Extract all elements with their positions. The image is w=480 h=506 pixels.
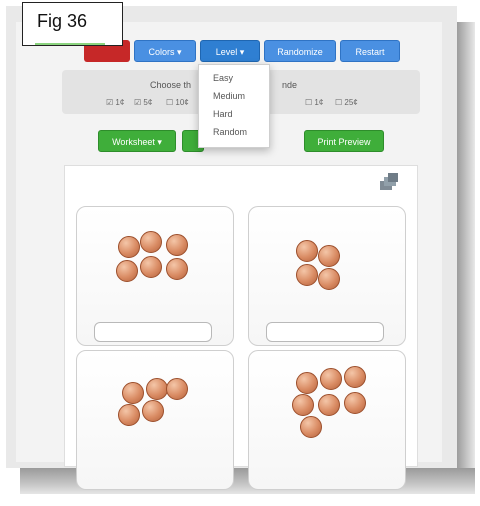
option-right-1c[interactable]: ☐ 1¢ — [305, 98, 323, 107]
randomize-button[interactable]: Randomize — [264, 40, 336, 62]
coin — [122, 382, 144, 404]
coin — [296, 372, 318, 394]
coin — [320, 368, 342, 390]
figure-label: Fig 36 — [22, 2, 123, 46]
coin — [296, 264, 318, 286]
coin — [344, 392, 366, 414]
level-button-label: Level ▾ — [215, 47, 245, 57]
worksheet-button-label: Worksheet ▾ — [112, 137, 162, 147]
answer-input-1[interactable] — [94, 322, 212, 342]
choose-suffix: nde — [282, 80, 298, 90]
choose-prefix: Choose th — [150, 80, 192, 90]
coin — [318, 268, 340, 290]
coin — [166, 234, 188, 256]
level-easy[interactable]: Easy — [213, 73, 233, 83]
coin — [118, 404, 140, 426]
figure-label-text: Fig 36 — [37, 11, 88, 31]
coin — [116, 260, 138, 282]
stack-icon[interactable] — [378, 172, 400, 192]
coin — [140, 256, 162, 278]
level-random[interactable]: Random — [213, 127, 247, 137]
level-hard[interactable]: Hard — [213, 109, 233, 119]
coin — [118, 236, 140, 258]
coin — [296, 240, 318, 262]
option-10c[interactable]: ☐ 10¢ — [166, 98, 189, 107]
level-dropdown-menu: Easy Medium Hard Random — [198, 64, 270, 148]
randomize-button-label: Randomize — [277, 47, 323, 57]
level-medium[interactable]: Medium — [213, 91, 245, 101]
option-5c[interactable]: ☑ 5¢ — [134, 98, 152, 107]
restart-button-label: Restart — [355, 47, 385, 57]
colors-button[interactable]: Colors ▾ — [134, 40, 196, 62]
coin — [344, 366, 366, 388]
coin — [140, 231, 162, 253]
coin — [166, 378, 188, 400]
coin — [300, 416, 322, 438]
worksheet-button[interactable]: Worksheet ▾ — [98, 130, 176, 152]
answer-input-2[interactable] — [266, 322, 384, 342]
coin — [292, 394, 314, 416]
frame-shadow-right — [457, 22, 475, 492]
figure-label-underline — [35, 43, 105, 45]
print-preview-button[interactable]: Print Preview — [304, 130, 384, 152]
level-button[interactable]: Level ▾ — [200, 40, 260, 62]
option-right-25c[interactable]: ☐ 25¢ — [335, 98, 358, 107]
option-1c[interactable]: ☑ 1¢ — [106, 98, 124, 107]
coin — [146, 378, 168, 400]
restart-button[interactable]: Restart — [340, 40, 400, 62]
coin — [318, 245, 340, 267]
coin — [142, 400, 164, 422]
print-preview-button-label: Print Preview — [317, 137, 371, 147]
coin — [318, 394, 340, 416]
colors-button-label: Colors ▾ — [148, 47, 182, 57]
coin — [166, 258, 188, 280]
